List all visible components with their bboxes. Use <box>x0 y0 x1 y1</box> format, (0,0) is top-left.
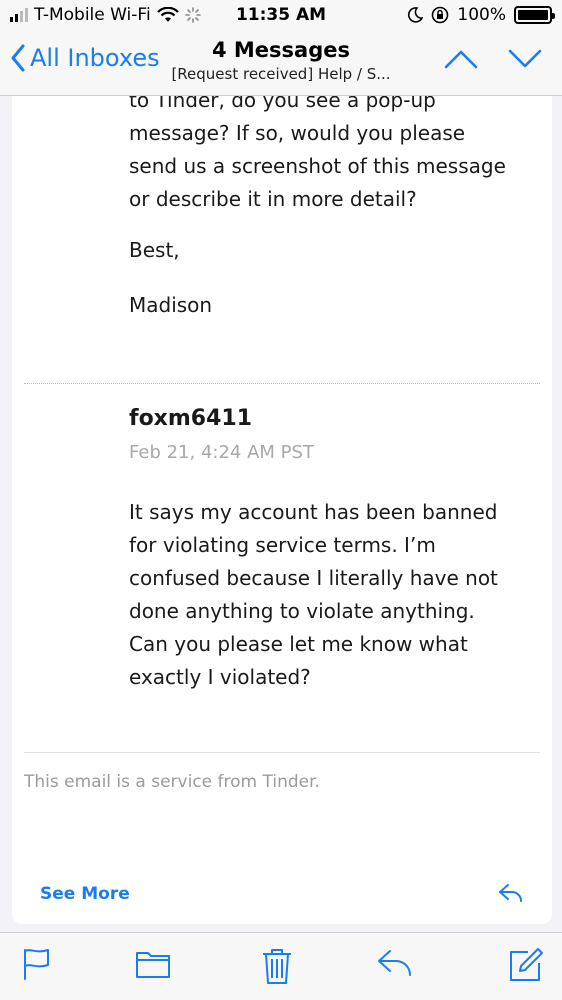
folder-icon <box>136 952 170 978</box>
service-footer-note: This email is a service from Tinder. <box>24 772 320 792</box>
thread-subject: [Request received] Help / S... <box>171 65 391 83</box>
chevron-up-icon <box>444 50 478 69</box>
carrier-label: T-Mobile Wi-Fi <box>34 5 151 25</box>
trash-button[interactable] <box>261 947 293 989</box>
body-line: exactly I violated? <box>129 665 311 689</box>
cell-signal-icon <box>10 8 28 22</box>
message-card: to Tinder, do you see a pop-up message? … <box>12 96 552 924</box>
body-line: Can you please let me know what <box>129 632 468 656</box>
next-message-button[interactable] <box>508 48 542 74</box>
card-reply-button[interactable] <box>498 882 524 908</box>
reply-icon <box>499 884 522 902</box>
mail-screen: T-Mobile Wi-Fi 11:35 AM 100% All Inboxes… <box>0 0 562 1000</box>
orientation-lock-icon <box>432 6 449 24</box>
battery-percent: 100% <box>457 5 506 25</box>
thread-title-block: 4 Messages [Request received] Help / S..… <box>150 38 412 83</box>
body-line: confused because I literally have not <box>129 566 498 590</box>
bottom-toolbar <box>0 932 562 1000</box>
message-signature: Madison <box>129 293 213 317</box>
body-line: It says my account has been banned <box>129 500 498 524</box>
navigation-bar: All Inboxes 4 Messages [Request received… <box>0 32 562 96</box>
compose-button[interactable] <box>508 947 544 987</box>
previous-message-body: to Tinder, do you see a pop-up message? … <box>129 96 549 216</box>
body-line: for violating service terms. I’m <box>129 533 436 557</box>
body-line: to Tinder, do you see a pop-up <box>129 96 436 112</box>
chevron-down-icon <box>508 49 542 68</box>
back-label: All Inboxes <box>30 44 160 72</box>
message-nav-arrows <box>444 48 542 74</box>
wifi-icon <box>156 7 179 22</box>
previous-message-button[interactable] <box>444 48 478 74</box>
reply-sender: foxm6411 <box>129 406 253 431</box>
chevron-left-icon <box>11 44 25 72</box>
reply-body: It says my account has been banned for v… <box>129 496 549 694</box>
flag-icon <box>24 949 49 980</box>
message-closing: Best, <box>129 238 180 262</box>
back-button[interactable]: All Inboxes <box>10 44 160 72</box>
body-line: send us a screenshot of this message <box>129 154 506 178</box>
compose-icon <box>510 948 543 981</box>
status-bar: T-Mobile Wi-Fi 11:35 AM 100% <box>0 0 562 32</box>
message-divider <box>24 383 540 384</box>
trash-icon <box>263 949 291 984</box>
activity-spinner-icon <box>184 7 201 23</box>
flag-button[interactable] <box>22 947 52 985</box>
status-left: T-Mobile Wi-Fi <box>10 5 201 25</box>
moon-icon <box>408 7 424 23</box>
body-line: done anything to violate anything. <box>129 599 475 623</box>
reply-icon <box>378 950 411 976</box>
body-line: or describe it in more detail? <box>129 187 417 211</box>
see-more-link[interactable]: See More <box>40 884 130 904</box>
thread-count-title: 4 Messages <box>211 38 350 62</box>
reply-button[interactable] <box>376 947 414 983</box>
footer-divider <box>24 752 540 753</box>
status-right: 100% <box>407 5 555 25</box>
body-line: message? If so, would you please <box>129 121 466 145</box>
move-to-folder-button[interactable] <box>135 947 171 983</box>
battery-icon <box>514 6 555 24</box>
reply-date: Feb 21, 4:24 AM PST <box>129 442 314 463</box>
